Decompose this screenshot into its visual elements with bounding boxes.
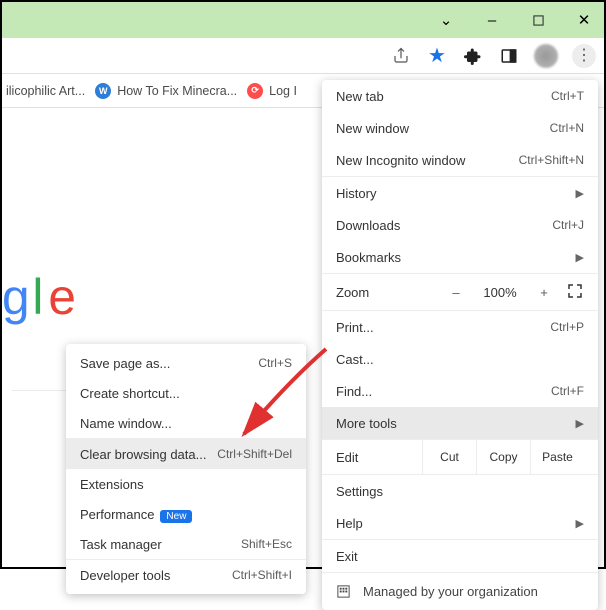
- submenu-save-page[interactable]: Save page as...Ctrl+S: [66, 348, 306, 378]
- menu-edit-row: Edit Cut Copy Paste: [322, 439, 598, 475]
- edit-cut-button[interactable]: Cut: [422, 440, 476, 474]
- zoom-label: Zoom: [336, 285, 432, 300]
- menu-more-tools[interactable]: More tools▶: [322, 407, 598, 439]
- maximize-button[interactable]: [524, 6, 552, 34]
- bookmark-star-icon[interactable]: ★: [426, 45, 448, 67]
- menu-help[interactable]: Help▶: [322, 507, 598, 539]
- profile-avatar[interactable]: [534, 44, 558, 68]
- browser-toolbar: ★ ⋮: [2, 38, 604, 74]
- side-panel-icon[interactable]: [498, 45, 520, 67]
- menu-exit[interactable]: Exit: [322, 540, 598, 572]
- svg-text:e: e: [48, 270, 76, 325]
- bookmark-favicon: W: [95, 83, 111, 99]
- menu-cast[interactable]: Cast...: [322, 343, 598, 375]
- edit-label: Edit: [336, 450, 422, 465]
- chevron-right-icon: ▶: [576, 187, 584, 200]
- submenu-performance[interactable]: PerformanceNew: [66, 499, 306, 529]
- bookmark-item[interactable]: ilicophilic Art...: [6, 84, 85, 98]
- menu-print[interactable]: Print...Ctrl+P: [322, 311, 598, 343]
- zoom-out-button[interactable]: –: [446, 285, 466, 300]
- menu-new-window[interactable]: New windowCtrl+N: [322, 112, 598, 144]
- svg-text:g: g: [2, 270, 30, 325]
- menu-button[interactable]: ⋮: [572, 44, 596, 68]
- bookmark-favicon: ⟳: [247, 83, 263, 99]
- submenu-name-window[interactable]: Name window...: [66, 408, 306, 438]
- zoom-in-button[interactable]: +: [534, 285, 554, 300]
- close-button[interactable]: ✕: [570, 6, 598, 34]
- menu-bookmarks[interactable]: Bookmarks▶: [322, 241, 598, 273]
- chevron-right-icon: ▶: [576, 417, 584, 430]
- chevron-right-icon: ▶: [576, 517, 584, 530]
- new-badge: New: [160, 510, 192, 523]
- edit-paste-button[interactable]: Paste: [530, 440, 584, 474]
- minimize-button[interactable]: –: [478, 6, 506, 34]
- tab-chevron-icon[interactable]: ⌄: [432, 6, 460, 34]
- extensions-icon[interactable]: [462, 45, 484, 67]
- submenu-task-manager[interactable]: Task managerShift+Esc: [66, 529, 306, 559]
- bookmark-item[interactable]: WHow To Fix Minecra...: [95, 83, 237, 99]
- chevron-right-icon: ▶: [576, 251, 584, 264]
- submenu-clear-browsing-data[interactable]: Clear browsing data...Ctrl+Shift+Del: [66, 439, 306, 469]
- menu-new-tab[interactable]: New tabCtrl+T: [322, 80, 598, 112]
- menu-settings[interactable]: Settings: [322, 475, 598, 507]
- edit-copy-button[interactable]: Copy: [476, 440, 530, 474]
- share-icon[interactable]: [390, 45, 412, 67]
- submenu-developer-tools[interactable]: Developer toolsCtrl+Shift+I: [66, 560, 306, 590]
- menu-find[interactable]: Find...Ctrl+F: [322, 375, 598, 407]
- menu-incognito[interactable]: New Incognito windowCtrl+Shift+N: [322, 144, 598, 176]
- zoom-level: 100%: [480, 285, 520, 300]
- menu-downloads[interactable]: DownloadsCtrl+J: [322, 209, 598, 241]
- fullscreen-icon[interactable]: [568, 284, 584, 301]
- menu-zoom-row: Zoom – 100% +: [322, 273, 598, 311]
- more-tools-submenu: Save page as...Ctrl+S Create shortcut...…: [66, 344, 306, 594]
- chrome-main-menu: New tabCtrl+T New windowCtrl+N New Incog…: [322, 80, 598, 610]
- svg-text:l: l: [32, 270, 43, 325]
- submenu-extensions[interactable]: Extensions: [66, 469, 306, 499]
- building-icon: [336, 584, 351, 599]
- menu-managed[interactable]: Managed by your organization: [322, 572, 598, 610]
- menu-history[interactable]: History▶: [322, 177, 598, 209]
- bookmark-item[interactable]: ⟳Log I: [247, 83, 297, 99]
- window-titlebar: ⌄ – ✕: [2, 2, 604, 38]
- submenu-create-shortcut[interactable]: Create shortcut...: [66, 378, 306, 408]
